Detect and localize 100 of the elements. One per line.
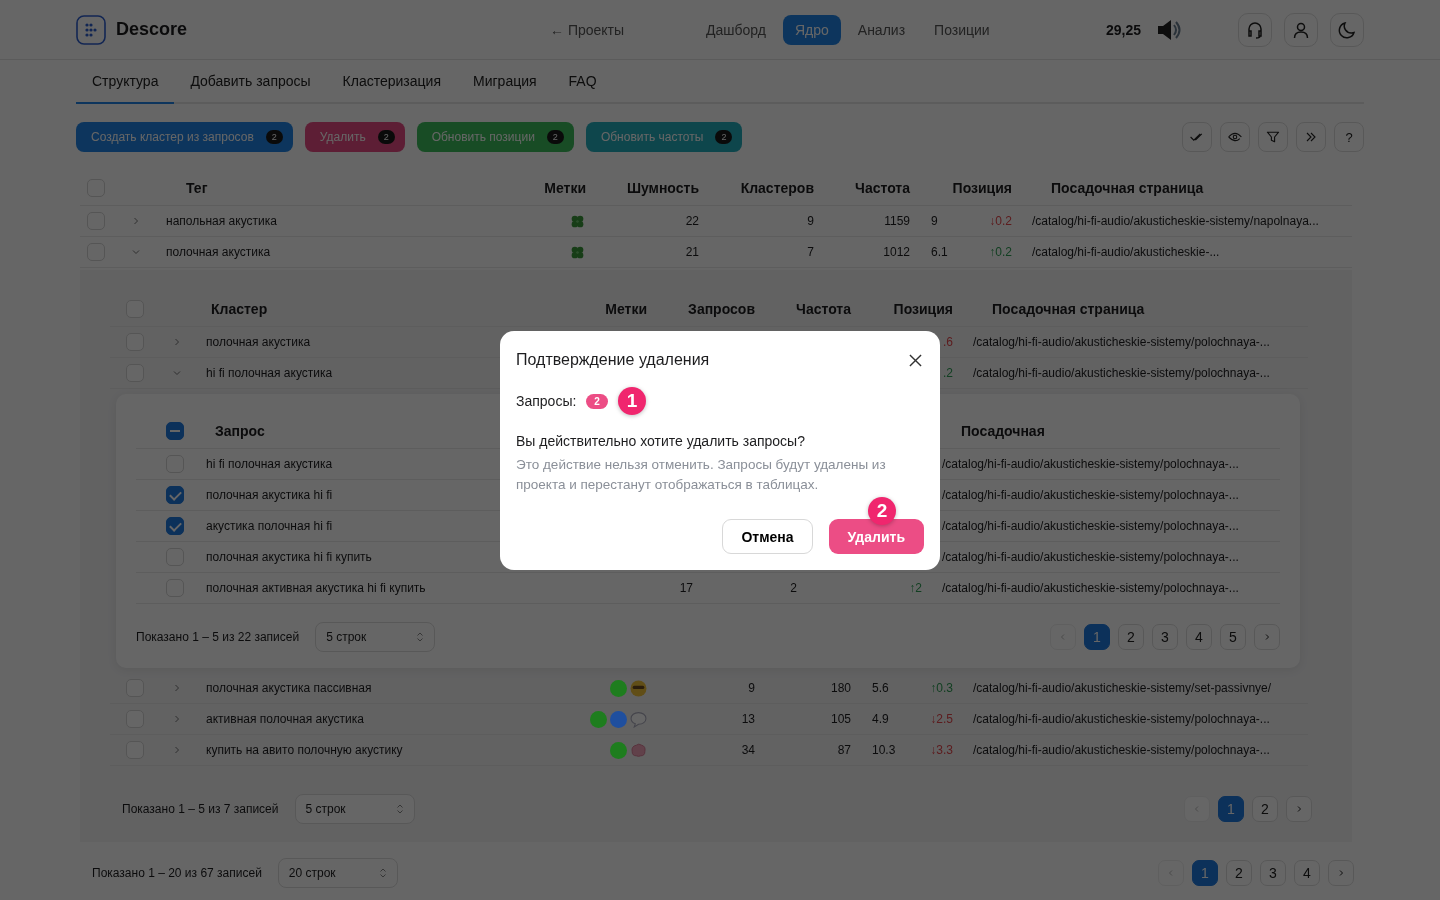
table-cell: полочная активная акустика hi fi купить — [206, 581, 426, 595]
page-size-select[interactable]: 5 строк — [315, 622, 436, 652]
column-header: Метки — [605, 301, 647, 317]
profile-button[interactable] — [1284, 12, 1318, 47]
page-button[interactable]: 4 — [1294, 860, 1320, 886]
logo-icon — [76, 14, 106, 45]
table-cell: 21 — [685, 245, 699, 259]
nav-item[interactable]: Позиции — [922, 14, 1002, 45]
step-marker: 2 — [868, 497, 896, 525]
column-header: Посадочная страница — [992, 301, 1145, 317]
column-header: Запрос — [215, 423, 265, 439]
checkbox[interactable] — [166, 422, 184, 440]
close-icon[interactable] — [909, 353, 922, 367]
table-cell: 1159 — [884, 214, 910, 228]
column-header: Шумность — [626, 180, 699, 196]
table-cell: 22 — [685, 214, 699, 228]
position-change: ↓0.2 — [989, 214, 1012, 228]
table-cell: /catalog/hi-fi-audio/akusticheskie-sistemy/set-passivnye/ — [973, 681, 1272, 695]
page-button[interactable]: 3 — [1152, 624, 1178, 650]
column-header: Запросов — [688, 301, 755, 317]
table-cell: /catalog/hi-fi-audio/akusticheskie-sistemy/polochnaya-... — [973, 366, 1270, 380]
table-cell: напольная акустика — [166, 214, 277, 228]
filter-button[interactable] — [1258, 122, 1288, 152]
action-button[interactable]: Обновить частоты 2 — [585, 122, 743, 152]
table-cell: 7 — [807, 245, 814, 259]
action-button[interactable]: Создать кластер из запросов 2 — [76, 122, 293, 152]
page-size-select[interactable]: 5 строк — [294, 794, 415, 824]
cancel-button[interactable]: Отмена — [722, 519, 813, 554]
next-page-button[interactable] — [1328, 860, 1354, 886]
chevron-right-icon[interactable] — [131, 216, 141, 226]
page-button[interactable]: 1 — [1192, 860, 1218, 886]
page-button[interactable]: 4 — [1186, 624, 1212, 650]
tab[interactable]: Добавить запросы — [174, 60, 327, 104]
table-cell: 9 — [931, 214, 938, 228]
help-button[interactable]: ? — [1334, 122, 1364, 152]
nav-item[interactable]: Анализ — [845, 14, 918, 45]
action-button[interactable]: Удалить 2 — [304, 122, 405, 152]
table-cell: 13 — [741, 712, 755, 726]
position-change: ↑0.3 — [930, 681, 953, 695]
tab[interactable]: Структура — [76, 60, 175, 104]
table-cell: 105 — [830, 712, 851, 726]
table-cell: /catalog/hi-fi-audio/akusticheskie-sistemy/polochnaya-... — [942, 488, 1239, 502]
support-button[interactable] — [1238, 12, 1272, 47]
visibility-button[interactable] — [1220, 122, 1250, 152]
page-button[interactable]: 5 — [1220, 624, 1246, 650]
chevron-right-icon[interactable] — [172, 683, 182, 693]
records-info: Показано 1 – 20 из 67 записей — [92, 866, 262, 880]
page-button[interactable]: 3 — [1260, 860, 1286, 886]
table-cell: hi fi полочная акустика — [206, 457, 333, 471]
tab[interactable]: Миграция — [457, 60, 553, 104]
table-cell: 9 — [748, 681, 755, 695]
expand-all-button[interactable] — [1296, 122, 1326, 152]
table-cell: полочная акустика hi fi купить — [206, 550, 372, 564]
table-cell: 180 — [830, 681, 851, 695]
chevron-down-icon[interactable] — [131, 247, 141, 257]
dialog-question: Вы действительно хотите удалить запросы? — [516, 433, 806, 449]
page-button[interactable]: 1 — [1218, 796, 1244, 822]
checkbox[interactable] — [166, 517, 184, 535]
tab[interactable]: Кластеризация — [326, 60, 457, 104]
table-cell: 87 — [837, 743, 851, 757]
chevron-right-icon[interactable] — [172, 714, 182, 724]
position-change: ↑0.2 — [989, 245, 1012, 259]
column-header: Позиция — [952, 180, 1012, 196]
chevron-down-icon[interactable] — [172, 368, 182, 378]
column-header: Посадочная страница — [1051, 180, 1204, 196]
tab[interactable]: FAQ — [552, 60, 613, 104]
table-cell: 9 — [807, 214, 814, 228]
table-cell: 1012 — [883, 245, 910, 259]
page-size-select[interactable]: 20 строк — [277, 858, 398, 888]
table-cell: /catalog/hi-fi-audio/akusticheskie-... — [1032, 245, 1220, 259]
speech-bubble-icon — [630, 710, 647, 728]
chevron-right-icon[interactable] — [172, 337, 182, 347]
sort-arrows-icon — [378, 867, 387, 879]
table-cell: активная полочная акустика — [206, 712, 364, 726]
table-cell: /catalog/hi-fi-audio/akusticheskie-sistemy/napolnaya... — [1032, 214, 1319, 228]
table-cell: /catalog/hi-fi-audio/akusticheskie-sistemy/polochnaya-... — [942, 457, 1239, 471]
column-header: Частота — [855, 180, 910, 196]
page-button[interactable]: 1 — [1084, 624, 1110, 650]
count-badge: 2 — [377, 130, 395, 144]
table-cell: /catalog/hi-fi-audio/akusticheskie-sistemy/polochnaya-... — [942, 519, 1239, 533]
check-all-button[interactable] — [1182, 122, 1212, 152]
theme-button[interactable] — [1330, 12, 1364, 47]
count-badge: 2 — [715, 130, 733, 144]
nav-item[interactable]: Ядро — [782, 14, 841, 45]
delete-button[interactable]: Удалить — [828, 519, 924, 554]
position-change: .6 — [943, 335, 953, 349]
step-marker: 1 — [617, 387, 646, 415]
page-button[interactable]: 2 — [1118, 624, 1144, 650]
page-button[interactable]: 2 — [1226, 860, 1252, 886]
column-header: Метки — [544, 180, 586, 196]
action-button[interactable]: Обновить позиции 2 — [416, 122, 574, 152]
table-cell: 17 — [679, 581, 693, 595]
next-page-button[interactable] — [1286, 796, 1312, 822]
chevron-right-icon[interactable] — [172, 745, 182, 755]
table-cell: 10.3 — [872, 743, 896, 757]
next-page-button[interactable] — [1254, 624, 1280, 650]
page-button[interactable]: 2 — [1252, 796, 1278, 822]
checkbox[interactable] — [166, 486, 184, 504]
column-header: Тег — [186, 180, 208, 196]
table-cell: /catalog/hi-fi-audio/akusticheskie-sistemy/polochnaya-... — [973, 712, 1270, 726]
